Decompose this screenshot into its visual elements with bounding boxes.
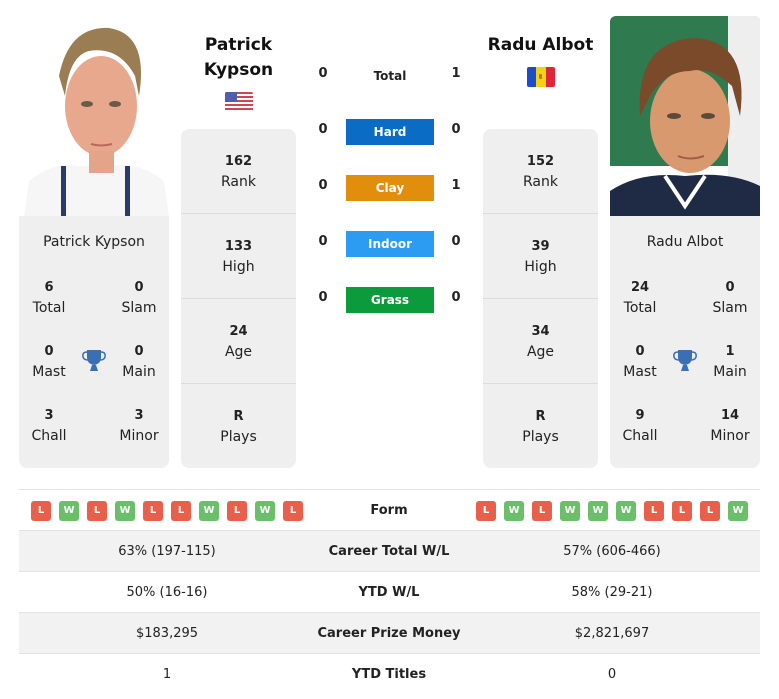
form-loss-badge[interactable]: L: [171, 501, 191, 521]
h2h-right-count: 1: [451, 66, 461, 81]
surface-clay-badge[interactable]: Clay: [346, 175, 434, 201]
ytd-titles-row: 1 YTD Titles 0: [19, 653, 760, 694]
form-loss-badge[interactable]: L: [31, 501, 51, 521]
titles-masters: 0 Mast: [32, 344, 66, 380]
titles-challenger: 9 Chall: [622, 408, 658, 444]
career-prize-money-row: $183,295 Career Prize Money $2,821,697: [19, 612, 760, 653]
left-value: 1: [162, 667, 172, 682]
form-badges-left: LWLWLLWLWL: [31, 501, 303, 521]
titles-card-right: Radu Albot 24 Total 0 Slam 0 Mast 1 Main 9 Ch…: [610, 216, 760, 468]
h2h-clay-row: 0 Clay 1: [310, 174, 470, 202]
player-last-name-left: Kypson: [203, 60, 274, 80]
form-win-badge[interactable]: W: [728, 501, 748, 521]
h2h-right-count: 1: [451, 178, 461, 193]
player-name-right[interactable]: Radu Albot: [483, 33, 598, 58]
h2h-left-count: 0: [318, 66, 328, 81]
form-loss-badge[interactable]: L: [672, 501, 692, 521]
player-name-label: Patrick Kypson: [43, 234, 145, 250]
row-label: YTD Titles: [351, 667, 427, 682]
h2h-grass-row: 0 Grass 0: [310, 286, 470, 314]
titles-total: 6 Total: [32, 280, 66, 316]
h2h-left-count: 0: [318, 234, 328, 249]
stat-rank: 152 Rank: [483, 129, 598, 214]
h2h-left-count: 0: [318, 178, 328, 193]
player-name-left[interactable]: Patrick Kypson: [181, 33, 296, 83]
titles-card-left: Patrick Kypson 6 Total 0 Slam 0 Mast 0 Main …: [19, 216, 169, 468]
form-loss-badge[interactable]: L: [476, 501, 496, 521]
stat-age: 34 Age: [483, 299, 598, 384]
player-first-name-left: Patrick: [204, 35, 273, 55]
form-win-badge[interactable]: W: [616, 501, 636, 521]
row-label: YTD W/L: [358, 585, 420, 600]
h2h-right-count: 0: [451, 122, 461, 137]
h2h-left-count: 0: [318, 290, 328, 305]
stats-column-right: 152 Rank 39 High 34 Age R Plays: [483, 129, 598, 468]
stat-high: 39 High: [483, 214, 598, 299]
right-value: 0: [607, 667, 617, 682]
surface-hard-badge[interactable]: Hard: [346, 119, 434, 145]
right-value: $2,821,697: [574, 626, 650, 641]
titles-minor: 3 Minor: [119, 408, 159, 444]
h2h-right-count: 0: [451, 290, 461, 305]
titles-minor: 14 Minor: [710, 408, 750, 444]
h2h-indoor-row: 0 Indoor 0: [310, 230, 470, 258]
form-win-badge[interactable]: W: [560, 501, 580, 521]
form-row: LWLWLLWLWL Form LWLWWWLLLW: [19, 489, 760, 530]
stat-age: 24 Age: [181, 299, 296, 384]
stat-high: 133 High: [181, 214, 296, 299]
us-flag-icon: [225, 92, 253, 112]
right-value: 57% (606-466): [563, 544, 661, 559]
titles-slam: 0 Slam: [121, 280, 157, 316]
stats-column-left: 162 Rank 133 High 24 Age R Plays: [181, 129, 296, 468]
form-loss-badge[interactable]: L: [644, 501, 664, 521]
form-label: Form: [370, 503, 408, 518]
left-value: 50% (16-16): [126, 585, 208, 600]
titles-masters: 0 Mast: [623, 344, 657, 380]
h2h-right-count: 0: [451, 234, 461, 249]
career-total-wl-row: 63% (197-115) Career Total W/L 57% (606-…: [19, 530, 760, 571]
form-badges-right: LWLWWWLLLW: [476, 501, 748, 521]
row-label: Career Prize Money: [317, 626, 461, 641]
surface-indoor-badge[interactable]: Indoor: [346, 231, 434, 257]
row-label: Career Total W/L: [328, 544, 450, 559]
left-value: 63% (197-115): [118, 544, 216, 559]
h2h-hard-row: 0 Hard 0: [310, 118, 470, 146]
form-win-badge[interactable]: W: [115, 501, 135, 521]
form-loss-badge[interactable]: L: [87, 501, 107, 521]
form-win-badge[interactable]: W: [504, 501, 524, 521]
ytd-wl-row: 50% (16-16) YTD W/L 58% (29-21): [19, 571, 760, 612]
form-win-badge[interactable]: W: [255, 501, 275, 521]
form-win-badge[interactable]: W: [59, 501, 79, 521]
moldova-flag-icon: [527, 67, 555, 87]
h2h-total-label: Total: [373, 69, 407, 83]
form-loss-badge[interactable]: L: [227, 501, 247, 521]
right-value: 58% (29-21): [571, 585, 653, 600]
player-photo-left: [19, 16, 169, 216]
h2h-left-count: 0: [318, 122, 328, 137]
trophy-icon: [672, 348, 698, 374]
titles-slam: 0 Slam: [712, 280, 748, 316]
player-name-label: Radu Albot: [646, 234, 724, 250]
titles-main: 0 Main: [122, 344, 156, 380]
titles-challenger: 3 Chall: [31, 408, 67, 444]
left-value: $183,295: [135, 626, 199, 641]
form-loss-badge[interactable]: L: [532, 501, 552, 521]
surface-grass-badge[interactable]: Grass: [346, 287, 434, 313]
stat-rank: 162 Rank: [181, 129, 296, 214]
h2h-total-row: 0 Total 1: [310, 62, 470, 90]
form-loss-badge[interactable]: L: [700, 501, 720, 521]
titles-total: 24 Total: [623, 280, 657, 316]
form-loss-badge[interactable]: L: [143, 501, 163, 521]
titles-main: 1 Main: [713, 344, 747, 380]
player-photo-right: [610, 16, 760, 216]
trophy-icon: [81, 348, 107, 374]
stat-plays: R Plays: [220, 409, 257, 445]
stat-plays: R Plays: [522, 409, 559, 445]
form-win-badge[interactable]: W: [199, 501, 219, 521]
form-win-badge[interactable]: W: [588, 501, 608, 521]
